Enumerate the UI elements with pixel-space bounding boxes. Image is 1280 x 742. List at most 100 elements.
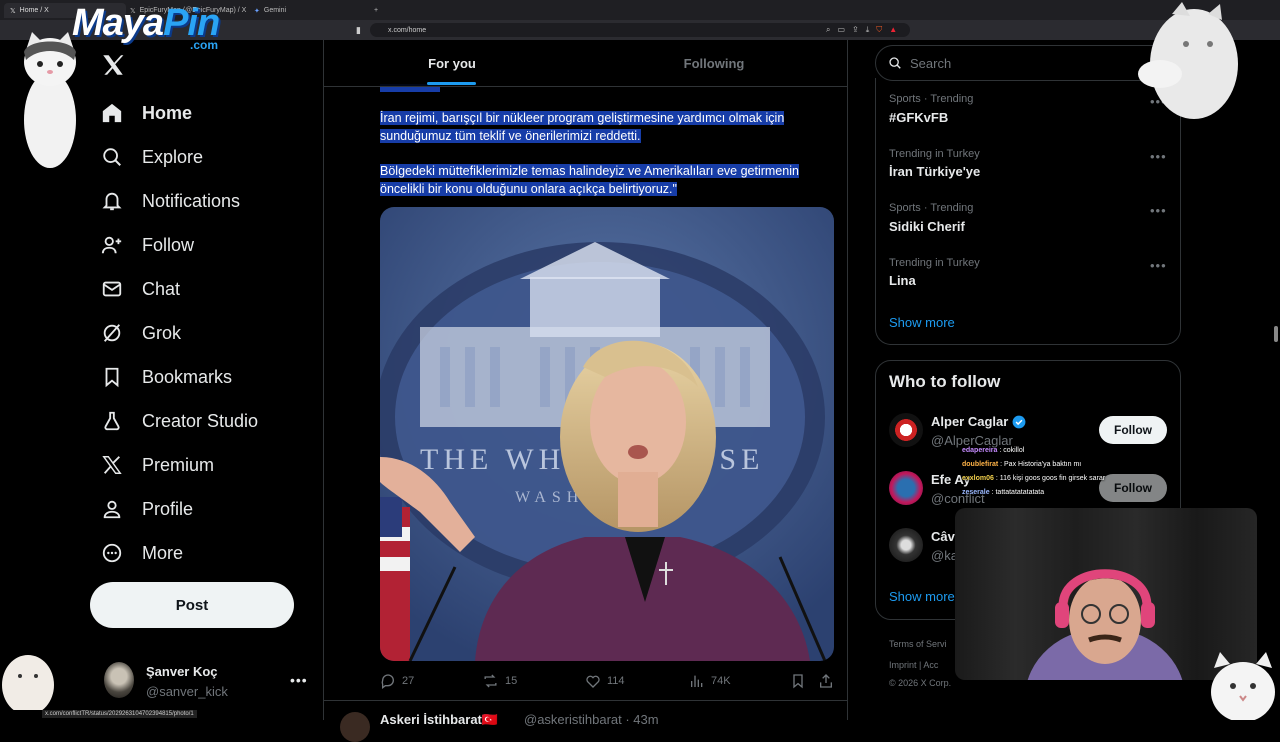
cat-sticker-image [1132, 2, 1242, 124]
trend-category: Sports · Trending [889, 202, 974, 214]
more-circle-icon [100, 541, 124, 565]
nav-home[interactable]: Home [100, 95, 192, 131]
nav-chat[interactable]: Chat [100, 271, 180, 307]
active-tab-indicator [427, 82, 476, 85]
browser-toolbar-icons: ⌕ ▭ ⇪ ⤓ ⛉ ▲ [826, 25, 897, 35]
download-icon[interactable]: ⤓ [866, 25, 870, 35]
avatar[interactable] [889, 413, 923, 447]
nav-label: Notifications [142, 190, 241, 211]
reply-button[interactable]: 27 [380, 673, 414, 689]
nav-creator-studio[interactable]: Creator Studio [100, 403, 258, 439]
chat-text: cokillol [1003, 447, 1025, 454]
reply-icon [381, 674, 394, 689]
like-count: 114 [607, 675, 625, 687]
tab-label: Home / X [19, 7, 49, 14]
nav-label: Creator Studio [142, 410, 259, 431]
grok-icon [100, 321, 124, 345]
views-button[interactable]: 74K [689, 673, 731, 689]
like-button[interactable]: 114 [585, 673, 625, 689]
chat-username: edapereira [962, 447, 998, 454]
nav-notifications[interactable]: Notifications [100, 183, 240, 219]
tweet-text: İran rejimi, barışçıl bir nükleer progra… [380, 111, 785, 143]
nav-label: Profile [142, 498, 194, 519]
suggested-user-name[interactable]: Câv [931, 529, 955, 544]
nav-grok[interactable]: Grok [100, 315, 181, 351]
bookmark-icon [100, 365, 124, 389]
trend-item[interactable]: Lina [889, 273, 916, 288]
mayapin-logo: MayaPin .com [72, 2, 220, 52]
bookmark-tweet-button[interactable] [790, 673, 806, 689]
chat-text: tattatatatatatata [995, 489, 1045, 496]
x-favicon-icon: 𝕏 [10, 7, 16, 15]
profile-handle[interactable]: @sanver_kick [146, 684, 228, 699]
nav-follow[interactable]: Follow [100, 227, 194, 263]
nav-explore[interactable]: Explore [100, 139, 203, 175]
bar-chart-icon [691, 675, 703, 687]
trend-item[interactable]: İran Türkiye'ye [889, 164, 980, 179]
logo-text: Maya [72, 2, 164, 44]
tweet-divider [324, 700, 847, 701]
tab-for-you[interactable]: For you [324, 40, 580, 86]
trend-item[interactable]: Sidiki Cherif [889, 219, 965, 234]
suggested-user-name[interactable]: Alper Caglar [931, 414, 1026, 429]
user-name-text: Alper Caglar [931, 414, 1009, 429]
new-tab-button[interactable]: + [368, 3, 384, 18]
nav-more[interactable]: More [100, 535, 183, 571]
trend-more-icon[interactable]: ••• [1150, 203, 1167, 218]
account-more-icon[interactable]: ••• [290, 672, 308, 688]
flask-icon [100, 409, 124, 433]
profile-name[interactable]: Şanver Koç [146, 664, 218, 679]
url-text: x.com/home [388, 26, 427, 34]
tweet-author-name[interactable]: Askeri İstihbarat🇹🇷 [380, 712, 498, 728]
follow-button[interactable]: Follow [1099, 416, 1167, 444]
cast-icon[interactable]: ▭ [837, 25, 845, 35]
chat-text: 116 kişi goos goos fin girsek sarar [999, 475, 1106, 482]
nav-profile[interactable]: Profile [100, 491, 193, 527]
show-more-follow-link[interactable]: Show more [889, 589, 955, 604]
search-icon [100, 145, 124, 169]
bookmark-page-icon[interactable]: ▮ [356, 25, 361, 36]
browser-tab-gemini[interactable]: ✦ Gemini [248, 3, 370, 18]
avatar[interactable] [889, 528, 923, 562]
x-icon [100, 453, 124, 477]
tweet-image[interactable]: THE WHITE HOUSE WASHINGTON [380, 207, 834, 661]
avatar[interactable] [889, 471, 923, 505]
chat-message: zeserale : tattatatatatatata [962, 489, 1045, 496]
post-button[interactable]: Post [90, 582, 294, 628]
person-icon [100, 497, 124, 521]
repost-icon [484, 674, 497, 688]
chat-message: exxlom06 : 116 kişi goos goos fin girsek… [962, 475, 1106, 482]
brave-rewards-icon[interactable]: ▲ [889, 25, 897, 35]
chat-message: edapereira : cokillol [962, 447, 1025, 454]
footer-imprint-link[interactable]: Imprint | Acc [889, 660, 938, 670]
page-scrollbar-thumb[interactable] [1274, 326, 1278, 342]
x-logo-icon[interactable] [100, 52, 126, 78]
nav-label: Home [142, 102, 193, 123]
chat-username: exxlom06 [962, 475, 994, 482]
zoom-icon[interactable]: ⌕ [826, 25, 830, 35]
who-to-follow-title: Who to follow [889, 372, 1001, 391]
heart-icon [586, 675, 600, 688]
gemini-favicon-icon: ✦ [254, 7, 260, 15]
footer-terms-link[interactable]: Terms of Servi [889, 639, 947, 649]
repost-button[interactable]: 15 [482, 673, 517, 689]
trend-more-icon[interactable]: ••• [1150, 149, 1167, 164]
tab-label: Gemini [263, 7, 287, 14]
show-more-trends-link[interactable]: Show more [889, 315, 955, 330]
avatar[interactable] [340, 712, 370, 742]
tab-following[interactable]: Following [585, 40, 843, 86]
reply-count: 27 [402, 675, 415, 687]
trend-category: Trending in Turkey [889, 148, 980, 160]
nav-bookmarks[interactable]: Bookmarks [100, 359, 232, 395]
footer-copyright: © 2026 X Corp. [889, 678, 952, 688]
brave-shield-icon[interactable]: ⛉ [876, 25, 882, 35]
trend-item[interactable]: #GFKvFB [889, 110, 948, 125]
tweet-paragraph-1: İran rejimi, barışçıl bir nükleer progra… [380, 109, 835, 145]
chat-text: Pax Historia'ya baktın mı [1004, 461, 1082, 468]
share-tweet-button[interactable] [818, 673, 834, 689]
avatar[interactable] [104, 662, 134, 698]
share-icon[interactable]: ⇪ [852, 25, 859, 35]
nav-premium[interactable]: Premium [100, 447, 214, 483]
nav-label: Explore [142, 146, 204, 167]
trend-more-icon[interactable]: ••• [1150, 258, 1167, 273]
